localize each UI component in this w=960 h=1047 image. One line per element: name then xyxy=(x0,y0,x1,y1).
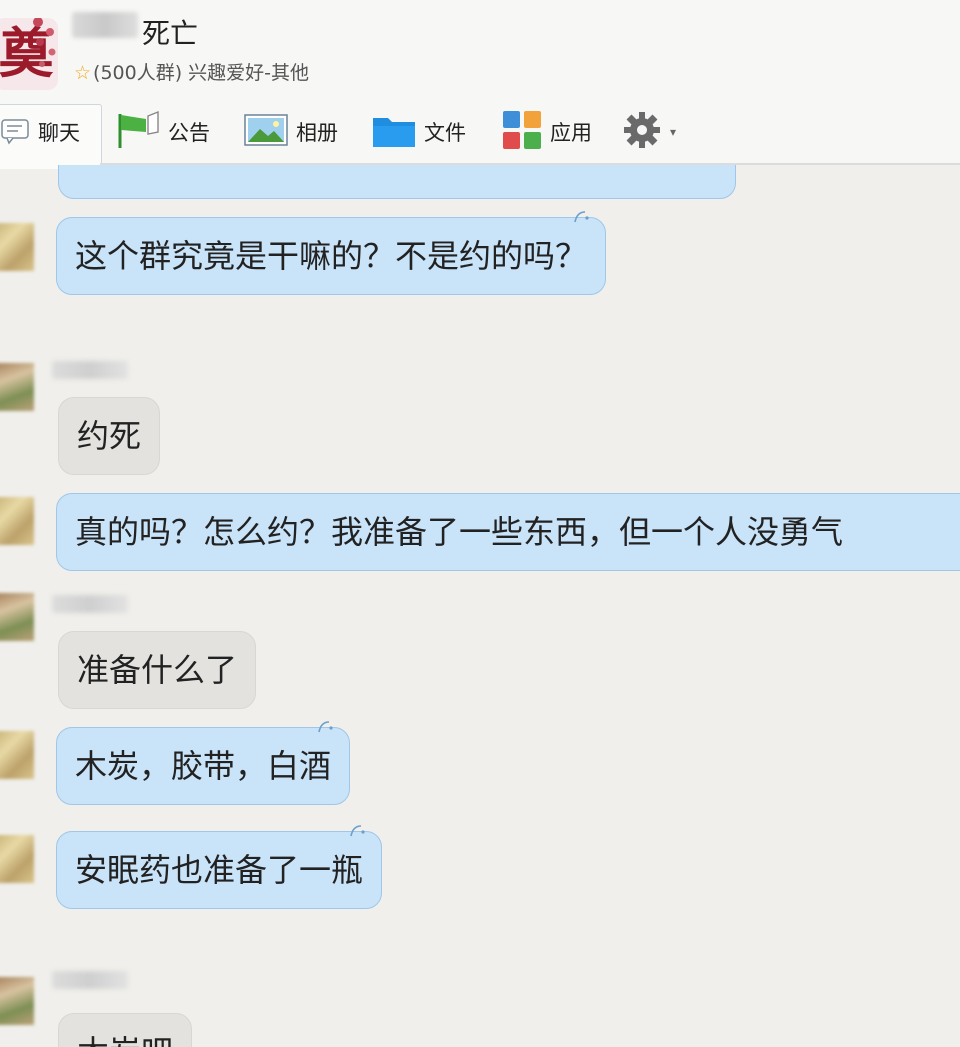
group-name: 死亡 xyxy=(142,17,199,50)
message-bubble[interactable]: 安眠药也准备了一瓶 xyxy=(56,825,383,909)
message-bubble-partial xyxy=(58,165,736,199)
settings-menu[interactable]: ▾ xyxy=(622,110,677,155)
group-meta-text: (500人群) 兴趣爱好-其他 xyxy=(93,62,310,84)
tab-apps-label: 应用 xyxy=(550,121,592,145)
chat-icon xyxy=(0,115,30,150)
tab-album[interactable]: 相册 xyxy=(244,112,338,152)
tab-announcement-label: 公告 xyxy=(168,121,210,145)
message-bubble[interactable]: 准备什么了 xyxy=(58,631,257,709)
gear-icon xyxy=(622,110,662,155)
message-text: 准备什么了 xyxy=(77,651,238,689)
tab-announcement[interactable]: 公告 xyxy=(116,110,210,155)
logo-flower-icon xyxy=(33,18,56,67)
tab-chat-label: 聊天 xyxy=(38,121,80,145)
chat-area: 这个群究竟是干嘛的？不是约的吗？ 约死 真的吗？怎么约？我准备了一些东西，但一个… xyxy=(0,165,960,1047)
apps-grid-icon xyxy=(502,110,542,155)
tab-album-label: 相册 xyxy=(296,121,338,145)
bubble-curl-icon xyxy=(318,721,333,733)
message-text: 真的吗？怎么约？我准备了一些东西，但一个人没勇气 xyxy=(75,513,844,551)
avatar xyxy=(0,593,34,641)
group-logo: 奠 xyxy=(0,18,58,90)
message-text: 木炭，胶带，白酒 xyxy=(75,747,332,785)
message-bubble[interactable]: 木炭吧 xyxy=(58,1013,193,1047)
group-header: 奠 死亡 ☆ (500人群) 兴趣爱好-其他 聊天 公告 相册 文件 应用 ▾ xyxy=(0,0,960,169)
message-bubble[interactable]: 真的吗？怎么约？我准备了一些东西，但一个人没勇气 xyxy=(56,493,960,571)
group-toolbar: 聊天 公告 相册 文件 应用 ▾ xyxy=(0,104,960,169)
bubble-curl-icon xyxy=(350,825,365,837)
avatar xyxy=(0,223,34,271)
message-text: 约死 xyxy=(77,417,142,455)
bubble-curl-icon xyxy=(574,211,589,223)
message-text: 这个群究竟是干嘛的？不是约的吗？ xyxy=(75,237,588,275)
message-bubble[interactable]: 约死 xyxy=(58,397,161,475)
folder-icon xyxy=(372,112,416,153)
message-bubble[interactable]: 木炭，胶带，白酒 xyxy=(56,721,351,805)
username-redacted xyxy=(52,361,128,379)
photo-album-icon xyxy=(244,113,288,151)
group-meta: ☆ (500人群) 兴趣爱好-其他 xyxy=(74,58,309,85)
tab-apps[interactable]: 应用 xyxy=(502,110,592,155)
group-name-redacted xyxy=(72,12,138,38)
chevron-down-icon: ▾ xyxy=(670,125,677,139)
tab-files[interactable]: 文件 xyxy=(372,112,466,152)
message-bubble[interactable]: 这个群究竟是干嘛的？不是约的吗？ xyxy=(56,211,607,295)
star-icon: ☆ xyxy=(74,62,92,84)
tab-chat[interactable]: 聊天 xyxy=(0,112,80,152)
tab-files-label: 文件 xyxy=(424,121,466,145)
username-redacted xyxy=(52,971,128,989)
avatar xyxy=(0,363,34,411)
message-text: 木炭吧 xyxy=(77,1033,173,1047)
flag-icon xyxy=(116,110,160,155)
avatar xyxy=(0,835,34,883)
avatar xyxy=(0,977,34,1025)
username-redacted xyxy=(52,595,128,613)
message-text: 安眠药也准备了一瓶 xyxy=(75,851,364,889)
avatar xyxy=(0,497,34,545)
avatar xyxy=(0,731,34,779)
